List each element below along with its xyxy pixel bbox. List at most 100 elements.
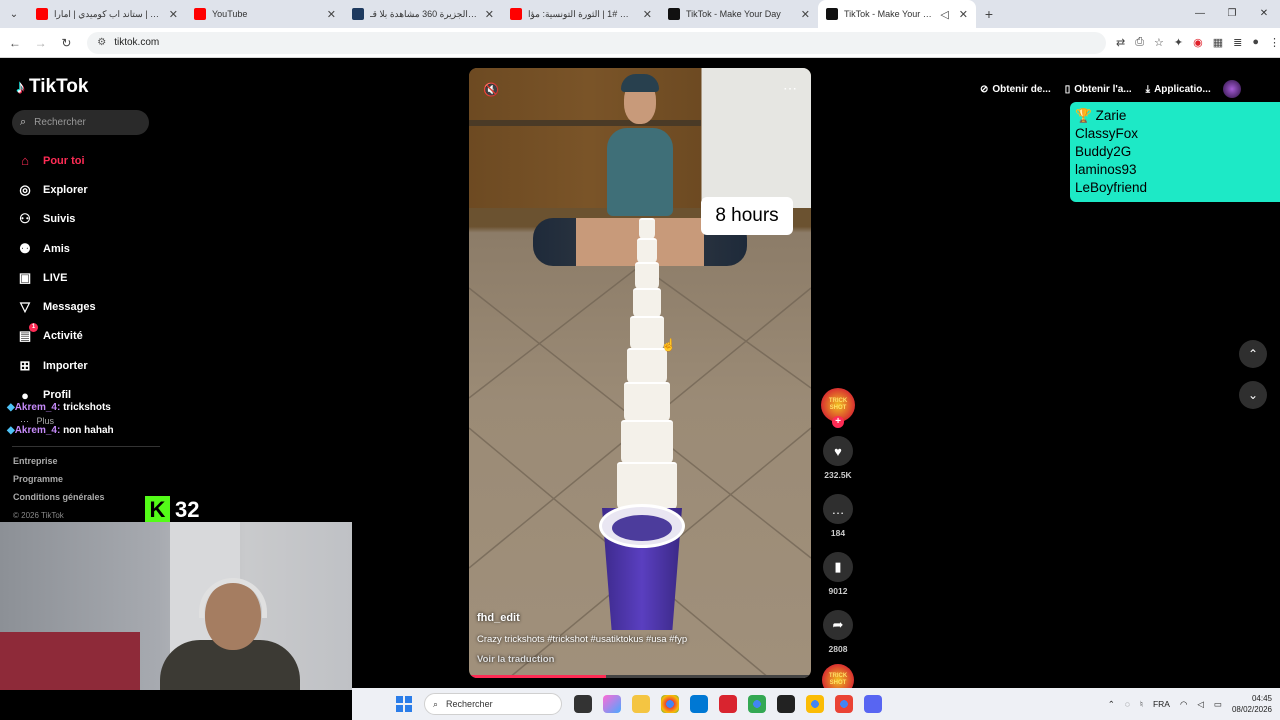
chrome-icon[interactable] <box>661 695 679 713</box>
tab-close-icon[interactable]: ✕ <box>959 8 968 21</box>
sidebar-item-amis[interactable]: ⚉ Amis <box>16 234 96 263</box>
site-info-icon[interactable]: ⚙ <box>97 37 106 48</box>
sidebar-item-importer[interactable]: ⊞ Importer <box>16 351 96 380</box>
puzzle-icon[interactable]: ▦ <box>1213 36 1223 49</box>
sidebar-item-live[interactable]: ▣ LIVE <box>16 263 96 292</box>
back-button[interactable]: ← <box>4 36 26 50</box>
close-window-button[interactable]: ✕ <box>1248 0 1280 28</box>
creator-avatar[interactable]: TRICK SHOT + <box>821 388 855 428</box>
get-coins-button[interactable]: ⊘ Obtenir de... <box>980 84 1051 95</box>
tab-close-icon[interactable]: ✕ <box>643 8 652 21</box>
mouse-cursor-icon: ☝ <box>661 338 676 352</box>
sidepanel-icon[interactable]: ≣ <box>1233 36 1242 49</box>
video-username[interactable]: fhd_edit <box>477 612 520 624</box>
chrome-active-icon[interactable] <box>835 695 853 713</box>
clock[interactable]: 04:45 08/02/2026 <box>1232 693 1272 715</box>
minimize-button[interactable]: — <box>1184 0 1216 28</box>
translate-icon[interactable]: ⇄ <box>1116 36 1125 49</box>
profile-icon[interactable]: ● <box>1252 36 1259 49</box>
sidebar-item-messages[interactable]: ▽ Messages <box>16 292 96 321</box>
tray-network-icon[interactable]: ◌ <box>1125 699 1130 709</box>
wifi-icon[interactable]: ◠ <box>1180 699 1187 710</box>
share-button[interactable]: ➦ 2808 <box>818 610 858 654</box>
video-caption: Crazy trickshots #trickshot #usatiktokus… <box>477 634 688 645</box>
trophy-icon: 🏆 <box>1075 108 1092 123</box>
sidebar-item-pour-toi[interactable]: ⌂ Pour toi <box>16 146 96 175</box>
discord-icon[interactable] <box>864 695 882 713</box>
search-input[interactable]: ⌕ Rechercher <box>12 110 149 135</box>
footer-link[interactable]: Entreprise <box>13 456 105 474</box>
application-button[interactable]: ⤓ Applicatio... <box>1146 84 1211 95</box>
taskbar-search[interactable]: ⌕ Rechercher <box>424 693 562 715</box>
taskbar-search-label: Rechercher <box>446 699 493 709</box>
lang-indicator[interactable]: FRA <box>1153 699 1170 709</box>
tab-audio-icon[interactable]: ◁ <box>940 8 948 21</box>
copilot-icon[interactable] <box>603 695 621 713</box>
browser-tab[interactable]: منصة الجزيرة 360 مشاهدة بلا قـ ✕ <box>344 0 502 28</box>
browser-tab[interactable]: ميثا نادر | ستاند اب كوميدي | امارا ✕ <box>28 0 186 28</box>
leaderboard-entry: laminos93 <box>1075 162 1275 180</box>
tab-close-icon[interactable]: ✕ <box>801 8 810 21</box>
chrome-profile-icon[interactable] <box>748 695 766 713</box>
opera-icon[interactable]: ◉ <box>1193 36 1203 49</box>
chrome-alt-icon[interactable] <box>806 695 824 713</box>
notification-badge: 1 <box>29 323 38 333</box>
windows-start-icon[interactable] <box>396 696 412 712</box>
forward-button[interactable]: → <box>30 36 52 50</box>
mute-icon[interactable]: 🔇 <box>483 82 499 98</box>
video-more-icon[interactable]: ⋯ <box>783 80 797 97</box>
tab-favicon-icon <box>194 8 206 20</box>
menu-dots-icon[interactable]: ⋮ <box>1269 36 1280 49</box>
tab-close-icon[interactable]: ✕ <box>327 8 336 21</box>
file-explorer-icon[interactable] <box>632 695 650 713</box>
footer-links: Entreprise Programme Conditions générales <box>13 456 105 510</box>
sidebar-item-activit-[interactable]: ▤ 1 Activité <box>16 322 96 351</box>
install-icon[interactable]: ⎙ <box>1135 36 1144 49</box>
tiktok-logo[interactable]: ♪ TikTok <box>16 76 88 98</box>
user-avatar[interactable] <box>1222 80 1241 98</box>
app-w-icon[interactable] <box>719 695 737 713</box>
restore-button[interactable]: ❐ <box>1216 0 1248 28</box>
browser-tab[interactable]: مؤامرات #1 | الثورة التونسية: مؤا ✕ <box>502 0 660 28</box>
previous-video-button[interactable]: ⌃ <box>1239 340 1267 368</box>
follow-plus-icon[interactable]: + <box>832 416 844 428</box>
tab-close-icon[interactable]: ✕ <box>169 8 178 21</box>
tray-chevron-icon[interactable]: ⌃ <box>1108 699 1115 710</box>
url-field[interactable]: ⚙ tiktok.com <box>87 31 1106 54</box>
upload-icon: ⊞ <box>19 357 31 373</box>
browser-tab[interactable]: TikTok - Make Your Day ◁ ✕ <box>818 0 976 28</box>
cup <box>639 218 655 240</box>
tray-mic-icon[interactable]: ♮ <box>1140 699 1143 710</box>
extension-icon[interactable]: ✦ <box>1174 36 1183 49</box>
send-icon: ▽ <box>20 299 30 315</box>
reload-button[interactable]: ↻ <box>56 36 78 50</box>
next-video-button[interactable]: ⌄ <box>1239 381 1267 409</box>
viewer-count: 32 <box>175 497 200 522</box>
tab-close-icon[interactable]: ✕ <box>485 8 494 21</box>
sidebar-item-suivis[interactable]: ⚇ Suivis <box>16 205 96 234</box>
get-app-button[interactable]: ▯ Obtenir l'a... <box>1065 84 1132 95</box>
browser-tab[interactable]: TikTok - Make Your Day ✕ <box>660 0 818 28</box>
tab-search-icon[interactable]: ⌄ <box>0 9 28 20</box>
battery-icon[interactable]: ▭ <box>1214 699 1222 710</box>
video-player[interactable]: 8 hours 🔇 ⋯ ☝ fhd_edit Crazy trickshots … <box>469 68 811 678</box>
cube-icon: ◆ <box>7 402 15 413</box>
sidebar-item-explorer[interactable]: ◎ Explorer <box>16 175 96 204</box>
leaderboard-overlay: 🏆 Zarie ClassyFox Buddy2G laminos93 LeBoyfri… <box>1070 102 1280 202</box>
translate-link[interactable]: Voir la traduction <box>477 654 554 665</box>
get-coins-label: Obtenir de... <box>992 83 1051 95</box>
volume-icon[interactable]: ◁ <box>1197 699 1204 710</box>
obs-icon[interactable] <box>777 695 795 713</box>
footer-link[interactable]: Programme <box>13 474 105 492</box>
video-progress-bar[interactable] <box>469 675 811 678</box>
task-view-icon[interactable] <box>574 695 592 713</box>
bookmark-star-icon[interactable]: ☆ <box>1154 36 1164 49</box>
footer-link[interactable]: Conditions générales <box>13 492 105 510</box>
store-icon[interactable] <box>690 695 708 713</box>
copyright: © 2026 TikTok <box>13 511 64 520</box>
like-button[interactable]: ♥ 232.5K <box>818 436 858 480</box>
browser-tab[interactable]: YouTube ✕ <box>186 0 344 28</box>
new-tab-button[interactable]: + <box>976 6 1002 22</box>
save-button[interactable]: ▮ 9012 <box>818 552 858 596</box>
comment-button[interactable]: … 184 <box>818 494 858 538</box>
